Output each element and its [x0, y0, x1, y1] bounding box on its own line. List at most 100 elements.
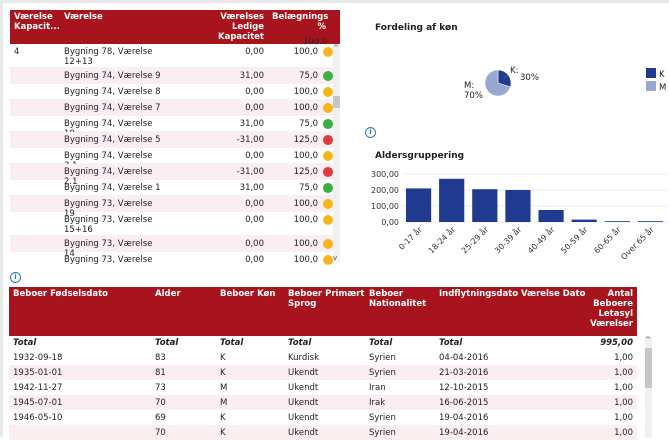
- y-tick-label: 200,00: [371, 186, 399, 195]
- status-yellow-icon: [323, 239, 333, 249]
- y-tick-label: 300,00: [371, 170, 399, 179]
- cell-koen: M: [220, 383, 228, 393]
- cell-sprog: Ukendt: [288, 413, 319, 423]
- room-row[interactable]: Bygning 74, Værelse 1031,0075,0: [10, 116, 333, 139]
- col-header-alder[interactable]: Alder: [155, 289, 181, 299]
- cell-alder: 73: [155, 383, 166, 393]
- room-ledige: 31,00: [239, 119, 264, 129]
- status-green-icon: [323, 119, 333, 129]
- info-icon[interactable]: i: [10, 272, 21, 283]
- room-row[interactable]: Bygning 74, Værelse 3.10,00100,0: [10, 148, 333, 171]
- x-tick-label: 50-59 år: [559, 224, 591, 256]
- room-belaegning: 75,0: [299, 119, 318, 129]
- room-belaegning: 100,0: [293, 239, 318, 249]
- x-tick-label: 25-29 år: [459, 224, 491, 256]
- room-row[interactable]: Bygning 74, Værelse 9 31,00 75,0: [10, 68, 333, 84]
- cell-dato: 04-04-2016: [439, 353, 489, 363]
- table-row[interactable]: 1942-11-27 73 M Ukendt Iran 12-10-2015 1,00: [9, 380, 637, 395]
- cell-antal: 1,00: [614, 353, 633, 363]
- col-header-kapacitet[interactable]: Værelse Kapacit...: [14, 12, 60, 32]
- room-name: Bygning 74, Værelse 7: [64, 103, 161, 113]
- cell-foedsel: 1942-11-27: [13, 383, 63, 393]
- table-row[interactable]: 1932-09-18 83 K Kurdisk Syrien 04-04-2016 1,00: [9, 350, 637, 365]
- table-row[interactable]: 1945-07-01 70 M Ukendt Irak 16-06-2015 1,00: [9, 395, 637, 410]
- scroll-up-icon[interactable]: ^: [333, 44, 339, 52]
- info-icon[interactable]: i: [365, 127, 376, 138]
- bar-0[interactable]: [405, 188, 432, 222]
- table-row[interactable]: 1946-05-10 69 K Ukendt Syrien 19-04-2016 1,00: [9, 410, 637, 425]
- resident-table-scrollbar[interactable]: ^: [645, 336, 652, 437]
- status-yellow-icon: [323, 87, 333, 97]
- room-row[interactable]: Bygning 73, Værelse 12 0,00 100,0: [10, 252, 333, 265]
- status-green-icon: [323, 71, 333, 81]
- room-ledige: 31,00: [239, 183, 264, 193]
- room-row[interactable]: Bygning 74, Værelse 2.1 -31,00 125,0: [10, 164, 333, 187]
- cell-koen: K: [220, 368, 226, 378]
- scrollbar-thumb[interactable]: [333, 96, 340, 108]
- cell-sprog: Ukendt: [288, 383, 319, 393]
- total-cell: Total: [220, 338, 244, 348]
- total-cell: Total: [369, 338, 393, 348]
- scrollbar-thumb[interactable]: [645, 348, 652, 388]
- col-header-antal[interactable]: Antal Beboere Letasyl Værelser: [583, 289, 633, 329]
- room-row[interactable]: 4 Bygning 78, Værelse 12+13 0,00 100,0: [10, 44, 333, 68]
- room-row[interactable]: Bygning 73, Værelse 19 0,00 100,0: [10, 196, 333, 219]
- room-ledige: 0,00: [245, 255, 264, 265]
- room-ledige: -31,00: [236, 167, 264, 177]
- x-tick-label: 0-17 år: [396, 224, 424, 252]
- col-header-sprog[interactable]: Beboer Primært Sprog: [288, 289, 368, 309]
- cell-nationalitet: Iran: [369, 383, 386, 393]
- room-row[interactable]: Bygning 73, Værelse 14 0,00 100,0: [10, 236, 333, 259]
- col-header-ledige[interactable]: Værelses Ledige Kapacitet: [196, 12, 264, 42]
- room-name: Bygning 74, Værelse 9: [64, 71, 161, 81]
- col-header-vaerelse[interactable]: Værelse: [64, 12, 103, 22]
- col-header-indflytning[interactable]: Indflytningsdato Værelse Dato: [439, 289, 585, 299]
- status-green-icon: [323, 183, 333, 193]
- scroll-down-icon[interactable]: v: [333, 254, 337, 262]
- bar-5[interactable]: [571, 219, 597, 222]
- bar-4[interactable]: [538, 210, 564, 222]
- room-belaegning: 75,0: [299, 71, 318, 81]
- total-cell: Total: [288, 338, 312, 348]
- table-row[interactable]: 1935-01-01 81 K Ukendt Syrien 21-03-2016 1,00: [9, 365, 637, 380]
- pie-label-k: 30%: [520, 73, 539, 83]
- bar-7[interactable]: [637, 221, 664, 222]
- room-row[interactable]: Bygning 74, Værelse 1 31,00 75,0: [10, 180, 333, 196]
- table-row[interactable]: 70 K Ukendt Syrien 19-04-2016 1,00: [9, 425, 637, 440]
- x-tick-label: Over 65 år: [619, 224, 657, 262]
- room-row[interactable]: Bygning 74, Værelse 5 -31,00 125,0: [10, 132, 333, 148]
- col-header-belaegning[interactable]: Belægnings %: [272, 12, 328, 32]
- room-table-scrollbar[interactable]: ^ v: [333, 44, 340, 262]
- col-header-koen[interactable]: Beboer Køn: [220, 289, 275, 299]
- cell-sprog: Ukendt: [288, 368, 319, 378]
- col-header-foedselsdato[interactable]: Beboer Fødselsdato: [13, 289, 108, 299]
- room-ledige: 0,00: [245, 239, 264, 249]
- room-row[interactable]: Bygning 74, Værelse 7 0,00 100,0: [10, 100, 333, 116]
- cell-sprog: Kurdisk: [288, 353, 319, 363]
- room-name: Bygning 74, Værelse 5: [64, 135, 161, 145]
- legend-swatch-m: [646, 81, 656, 91]
- room-belaegning: 100,0: [293, 47, 318, 57]
- room-name: Bygning 73, Værelse 15+16: [64, 215, 153, 235]
- total-cell: Total: [13, 338, 37, 348]
- room-belaegning: 125,0: [293, 167, 318, 177]
- cell-dato: 19-04-2016: [439, 413, 489, 423]
- total-antal: 995,00: [600, 338, 633, 348]
- cell-foedsel: 1946-05-10: [13, 413, 63, 423]
- cell-alder: 81: [155, 368, 166, 378]
- room-table-body: 4 Bygning 78, Værelse 12+13 0,00 100,0 Bygni…: [10, 44, 333, 265]
- x-tick-label: 30-39 år: [492, 224, 524, 256]
- col-header-nationalitet[interactable]: Beboer Nationalitet: [369, 289, 439, 309]
- bar-3[interactable]: [505, 190, 531, 222]
- scroll-up-icon[interactable]: ^: [645, 336, 651, 344]
- room-name: Bygning 73, Værelse 12: [64, 255, 153, 265]
- bar-1[interactable]: [439, 178, 465, 222]
- cell-antal: 1,00: [614, 368, 633, 378]
- bar-2[interactable]: [472, 189, 498, 222]
- cell-foedsel: 1945-07-01: [13, 398, 63, 408]
- cell-alder: 70: [155, 398, 166, 408]
- room-row[interactable]: Bygning 74, Værelse 8 0,00 100,0: [10, 84, 333, 100]
- room-row[interactable]: Bygning 73, Værelse 15+16 0,00 100,0: [10, 212, 333, 236]
- bar-6[interactable]: [604, 221, 630, 222]
- total-cell: Total: [439, 338, 463, 348]
